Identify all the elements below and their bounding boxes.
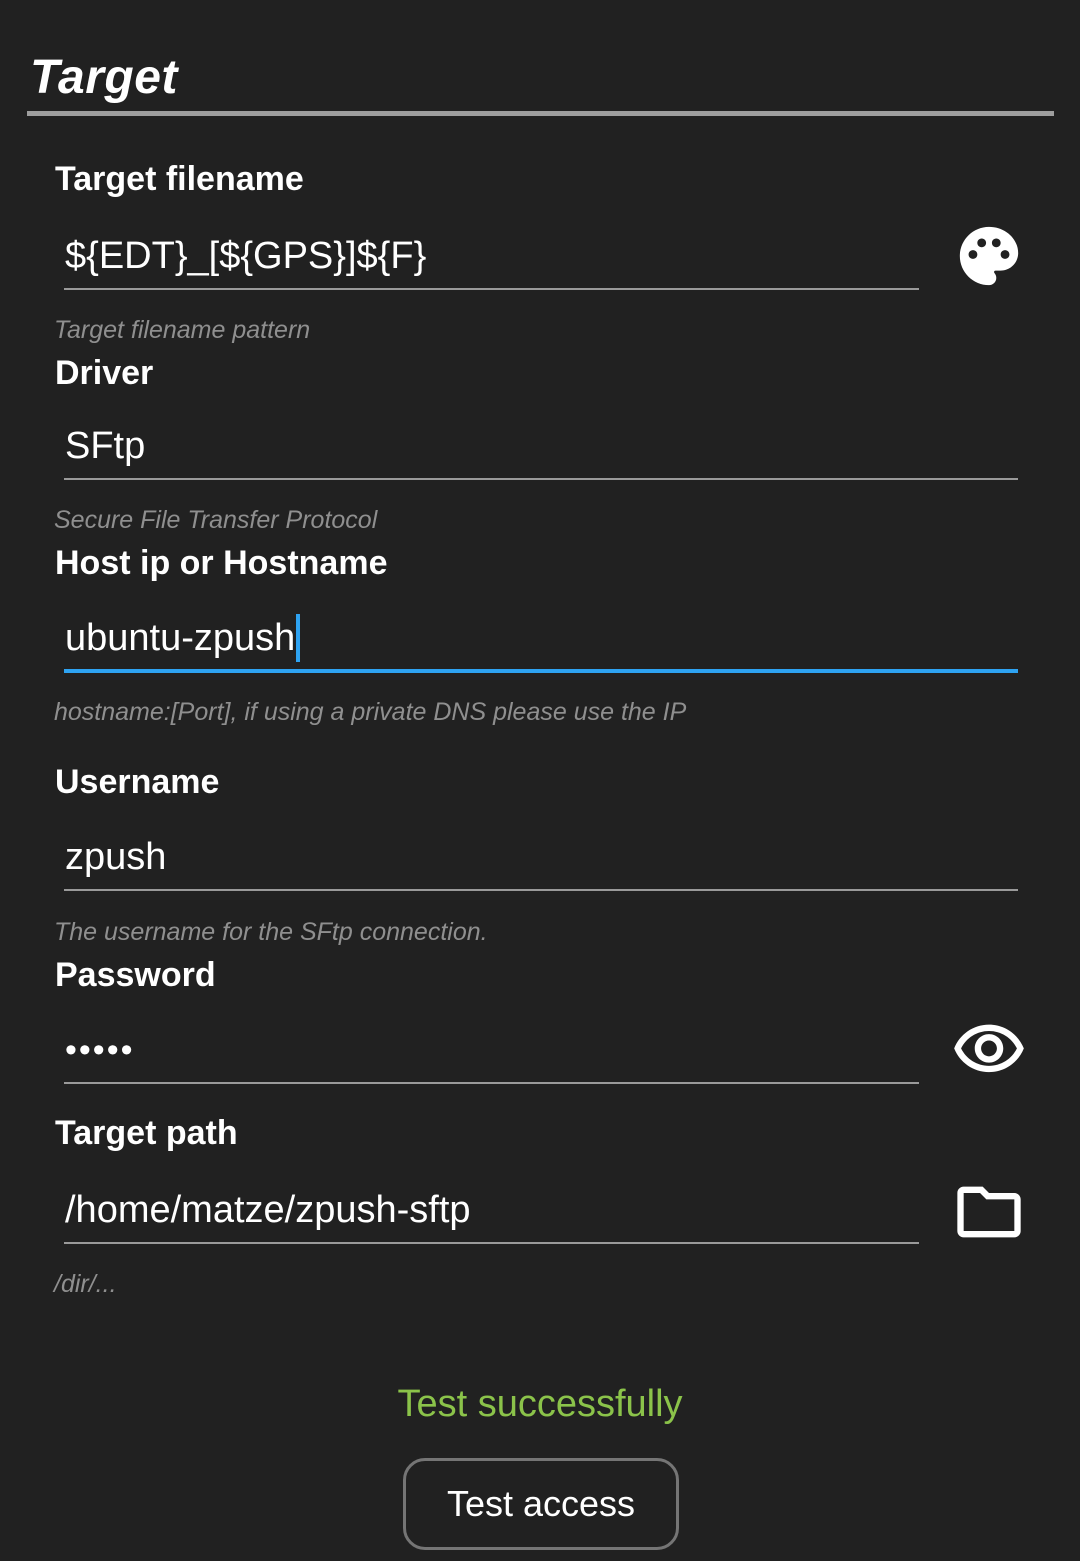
palette-icon bbox=[959, 226, 1019, 286]
password-label: Password bbox=[55, 956, 216, 994]
driver-field[interactable]: SFtp bbox=[64, 414, 1018, 480]
username-field[interactable]: zpush bbox=[64, 825, 1018, 891]
username-value: zpush bbox=[65, 835, 167, 878]
password-field[interactable]: ••••• bbox=[64, 1018, 919, 1084]
browse-folder-button[interactable] bbox=[951, 1174, 1027, 1250]
host-value: ubuntu-zpush bbox=[65, 616, 296, 659]
username-label: Username bbox=[55, 763, 220, 801]
target-filename-label: Target filename bbox=[55, 160, 304, 198]
eye-icon bbox=[954, 1024, 1024, 1073]
host-label: Host ip or Hostname bbox=[55, 544, 388, 582]
driver-hint: Secure File Transfer Protocol bbox=[54, 506, 378, 534]
driver-label: Driver bbox=[55, 354, 154, 392]
section-divider bbox=[27, 111, 1054, 116]
password-value: ••••• bbox=[65, 1030, 135, 1069]
folder-icon bbox=[957, 1186, 1021, 1238]
host-field[interactable]: ubuntu-zpush bbox=[64, 607, 1018, 673]
palette-button[interactable] bbox=[951, 218, 1027, 294]
show-password-button[interactable] bbox=[951, 1012, 1027, 1088]
driver-value: SFtp bbox=[65, 424, 146, 467]
target-filename-hint: Target filename pattern bbox=[54, 316, 311, 344]
text-caret bbox=[296, 614, 301, 662]
host-hint: hostname:[Port], if using a private DNS … bbox=[54, 698, 687, 726]
target-path-value: /home/matze/zpush-sftp bbox=[65, 1188, 471, 1231]
username-hint: The username for the SFtp connection. bbox=[54, 918, 488, 946]
target-filename-value: ${EDT}_[${GPS}]${F} bbox=[65, 234, 427, 277]
test-status-text: Test successfully bbox=[397, 1383, 683, 1425]
target-path-hint: /dir/... bbox=[54, 1270, 117, 1298]
target-path-field[interactable]: /home/matze/zpush-sftp bbox=[64, 1178, 919, 1244]
target-path-label: Target path bbox=[55, 1114, 238, 1152]
test-access-button[interactable]: Test access bbox=[403, 1458, 679, 1550]
target-filename-field[interactable]: ${EDT}_[${GPS}]${F} bbox=[64, 224, 919, 290]
section-title: Target bbox=[30, 51, 178, 104]
